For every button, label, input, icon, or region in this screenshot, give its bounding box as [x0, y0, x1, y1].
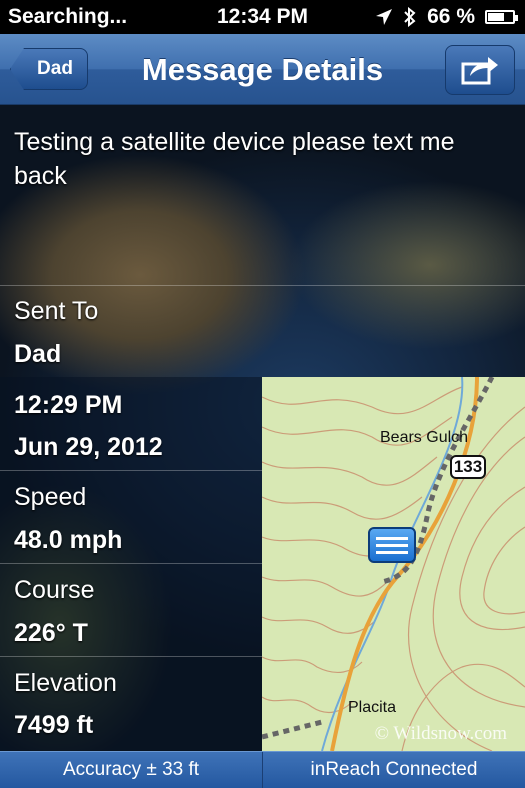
sent-to-label: Sent To: [14, 297, 99, 325]
location-arrow-icon: [376, 9, 393, 25]
divider: [0, 563, 262, 564]
speed-value: 48.0 mph: [14, 526, 123, 554]
navigation-bar: Dad Message Details: [0, 34, 525, 105]
share-icon: [461, 57, 498, 85]
elevation-value: 7499 ft: [14, 711, 94, 739]
message-details-content: Testing a satellite device please text m…: [0, 105, 525, 751]
map-place-label: Placita: [348, 699, 397, 716]
sent-date: Jun 29, 2012: [14, 433, 163, 461]
share-button[interactable]: [445, 45, 515, 95]
sent-time: 12:29 PM: [14, 391, 123, 419]
battery-icon: [485, 10, 518, 24]
bluetooth-icon: [404, 7, 416, 27]
accuracy-status: Accuracy ± 33 ft: [62, 759, 200, 780]
status-bar: Searching... 12:34 PM 66 %: [0, 0, 525, 34]
sent-to-value: Dad: [14, 340, 62, 368]
map-place-label: Bears Gulch: [380, 429, 469, 446]
divider: [0, 656, 262, 657]
location-map[interactable]: Bears Gulch 133 Placita © Wildsnow.com: [262, 377, 525, 751]
battery-percent: 66 %: [427, 5, 475, 28]
course-value: 226° T: [14, 619, 88, 647]
elevation-label: Elevation: [14, 669, 117, 697]
divider: [0, 470, 262, 471]
watermark: © Wildsnow.com: [374, 723, 507, 744]
status-icons: 66 %: [375, 5, 518, 29]
divider: [0, 285, 525, 286]
road-shield: 133: [450, 455, 486, 479]
bottom-status-bar: Accuracy ± 33 ft inReach Connected: [0, 751, 525, 788]
message-location-marker[interactable]: [368, 527, 416, 563]
details-panel: 12:29 PM Jun 29, 2012 Speed 48.0 mph Cou…: [0, 377, 262, 751]
course-label: Course: [14, 576, 95, 604]
speed-label: Speed: [14, 483, 87, 511]
message-body: Testing a satellite device please text m…: [14, 128, 455, 190]
connection-status: inReach Connected: [310, 759, 478, 780]
battery-fill: [488, 13, 504, 21]
